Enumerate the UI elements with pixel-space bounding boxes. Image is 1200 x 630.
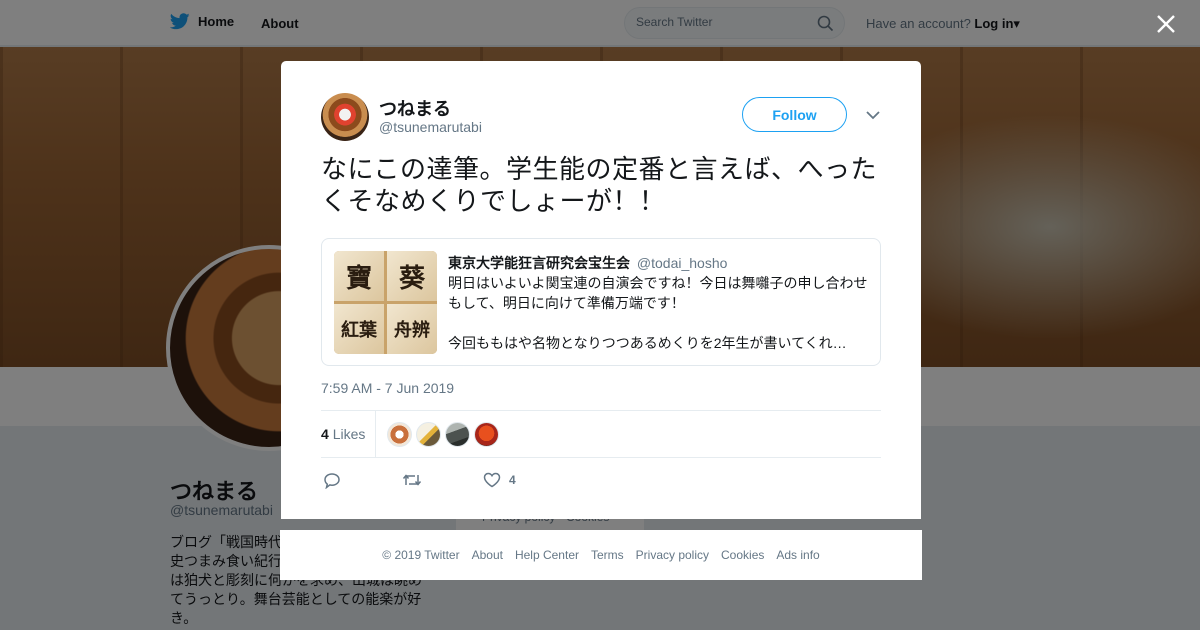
like-count: 4: [509, 473, 516, 487]
liker-avatar[interactable]: [474, 422, 499, 447]
chevron-down-icon[interactable]: [865, 109, 881, 121]
tweet-modal: つねまる @tsunemarutabi Follow なにこの達筆。学生能の定番…: [281, 61, 921, 519]
tweet-timestamp[interactable]: 7:59 AM - 7 Jun 2019: [321, 380, 454, 396]
likes-number: 4: [321, 426, 329, 442]
close-icon[interactable]: [1153, 11, 1179, 37]
calligraphy-tile: 舟辨: [387, 304, 437, 354]
heart-icon: [483, 472, 501, 488]
footer-link-help-center[interactable]: Help Center: [515, 548, 579, 562]
quoted-tweet-text: 明日はいよいよ関宝連の自演会ですね！今日は舞囃子の申し合わせ もして、明日に向け…: [448, 273, 872, 353]
quoted-text-line: 今回ももはや名物となりつつあるめくりを2年生が書いてくれ…: [448, 335, 847, 351]
author-avatar[interactable]: [321, 93, 369, 141]
liker-avatar[interactable]: [416, 422, 441, 447]
liker-avatar[interactable]: [445, 422, 470, 447]
footer-link-privacy[interactable]: Privacy policy: [636, 548, 709, 562]
like-button[interactable]: 4: [483, 470, 516, 490]
footer-link-cookies[interactable]: Cookies: [721, 548, 764, 562]
footer-link-terms[interactable]: Terms: [591, 548, 624, 562]
follow-button[interactable]: Follow: [742, 97, 847, 132]
liker-avatar[interactable]: [387, 422, 412, 447]
quoted-author: 東京大学能狂言研究会宝生会 @todai_hosho: [448, 253, 727, 273]
modal-footer: © 2019 Twitter About Help Center Terms P…: [280, 530, 922, 580]
calligraphy-tile: 紅葉: [334, 304, 384, 354]
quoted-tweet-card[interactable]: 寶 葵 紅葉 舟辨 東京大学能狂言研究会宝生会 @todai_hosho 明日は…: [321, 238, 881, 366]
footer-link-about[interactable]: About: [472, 548, 503, 562]
calligraphy-tile: 葵: [387, 251, 437, 301]
retweet-button[interactable]: [402, 470, 422, 490]
likes-divider: [375, 411, 376, 457]
quoted-text-line: [448, 313, 872, 333]
likes-count[interactable]: 4 Likes: [321, 426, 365, 442]
author-name[interactable]: つねまる: [379, 95, 451, 121]
quoted-tweet-thumbnail: 寶 葵 紅葉 舟辨: [334, 251, 437, 354]
calligraphy-tile: 寶: [334, 251, 384, 301]
footer-copyright: © 2019 Twitter: [382, 548, 460, 562]
retweet-icon: [402, 474, 422, 486]
quoted-author-name: 東京大学能狂言研究会宝生会: [448, 255, 630, 271]
likes-stats-row: 4 Likes: [321, 410, 881, 458]
likes-label: Likes: [332, 426, 366, 442]
quoted-text-line: もして、明日に向けて準備万端です！: [448, 295, 685, 311]
tweet-text: なにこの達筆。学生能の定番と言えば、へったくそなめくりでしょーが！！: [321, 154, 877, 216]
reply-icon: [324, 472, 340, 489]
footer-link-ads-info[interactable]: Ads info: [776, 548, 819, 562]
reply-button[interactable]: [323, 470, 341, 490]
quoted-text-line: 明日はいよいよ関宝連の自演会ですね！今日は舞囃子の申し合わせ: [448, 275, 868, 291]
author-handle[interactable]: @tsunemarutabi: [379, 119, 482, 135]
quoted-author-handle: @todai_hosho: [636, 255, 728, 271]
